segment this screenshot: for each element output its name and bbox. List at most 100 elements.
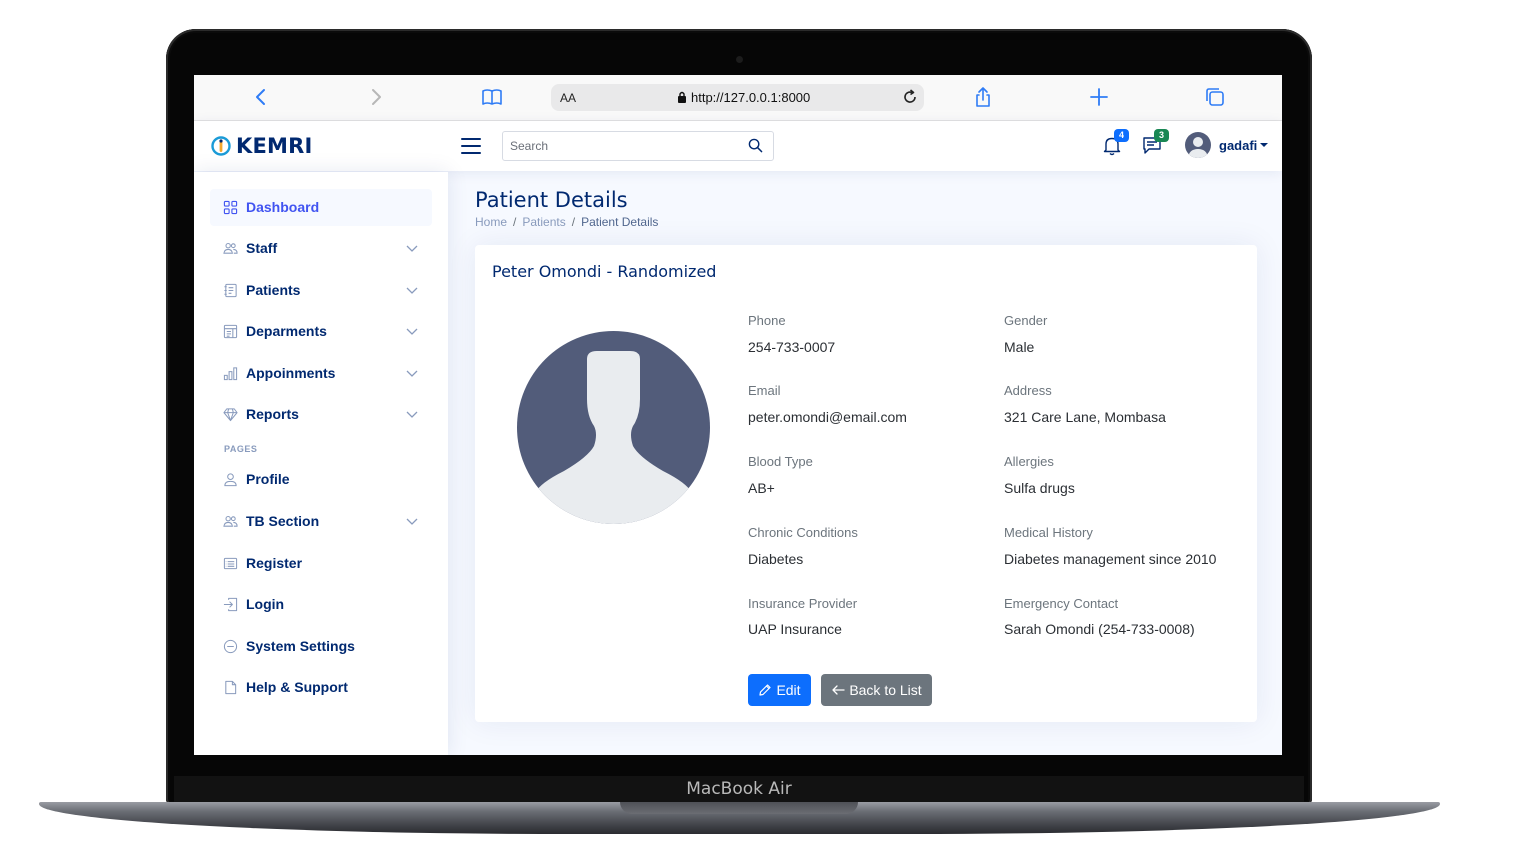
back-arrow-icon[interactable] (250, 86, 272, 108)
field-value-blood-type: AB+ (748, 480, 775, 496)
caret-down-icon[interactable] (1260, 143, 1268, 147)
sidebar-item-label: Register (246, 555, 303, 571)
field-value-allergies: Sulfa drugs (1004, 480, 1075, 496)
sidebar-item-label: Reports (246, 406, 299, 422)
logo[interactable]: KEMRI (211, 133, 313, 159)
sidebar-item-reports[interactable]: Reports (210, 396, 432, 433)
user-name[interactable]: gadafi (1219, 138, 1257, 153)
field-label-blood-type: Blood Type (748, 454, 813, 469)
nav-heading-pages: PAGES (224, 444, 258, 454)
sidebar-item-appointments[interactable]: Appoinments (210, 355, 432, 392)
chevron-down-icon (406, 518, 418, 525)
sidebar-item-help-support[interactable]: Help & Support (210, 669, 432, 706)
messages-badge: 3 (1154, 129, 1169, 142)
breadcrumb-separator: / (571, 215, 576, 229)
sidebar-item-login[interactable]: Login (210, 586, 432, 623)
edit-button-label: Edit (776, 682, 801, 698)
chevron-down-icon (406, 411, 418, 418)
layout-text-window-icon (223, 324, 238, 339)
chevron-down-icon (406, 287, 418, 294)
field-label-address: Address (1004, 383, 1052, 398)
chevron-down-icon (406, 328, 418, 335)
device-label: MacBook Air (174, 776, 1304, 802)
share-icon[interactable] (972, 86, 994, 108)
sidebar-item-patients[interactable]: Patients (210, 272, 432, 309)
gem-icon (223, 408, 238, 422)
field-value-medical-history: Diabetes management since 2010 (1004, 551, 1217, 567)
search-icon[interactable] (748, 138, 763, 153)
field-label-email: Email (748, 383, 781, 398)
sidebar-item-label: Dashboard (246, 199, 320, 215)
sidebar-item-label: Deparments (246, 323, 327, 339)
bar-chart-icon (223, 367, 238, 381)
sidebar-item-label: TB Section (246, 513, 320, 529)
sidebar-item-dashboard[interactable]: Dashboard (210, 189, 432, 226)
sidebar-item-label: Patients (246, 282, 301, 298)
screen: AA http://127.0.0.1:8000 KEMRI Search 4 … (194, 75, 1282, 755)
edit-button[interactable]: Edit (748, 674, 811, 706)
bookmarks-book-icon[interactable] (481, 86, 503, 108)
chevron-down-icon (406, 245, 418, 252)
messages-chat-icon[interactable]: 3 (1141, 129, 1169, 156)
field-label-allergies: Allergies (1004, 454, 1054, 469)
sidebar-item-staff[interactable]: Staff (210, 230, 432, 267)
field-value-address: 321 Care Lane, Mombasa (1004, 409, 1166, 425)
logo-text: KEMRI (236, 134, 313, 158)
journal-text-icon (224, 283, 237, 298)
breadcrumb: Home / Patients / Patient Details (475, 215, 658, 229)
notifications-badge: 4 (1114, 129, 1129, 142)
sidebar-item-label: Profile (246, 471, 290, 487)
grid-icon (223, 200, 238, 215)
address-bar[interactable]: AA http://127.0.0.1:8000 (551, 84, 924, 111)
search-input[interactable] (503, 132, 732, 160)
sidebar-item-tb-section[interactable]: TB Section (210, 503, 432, 540)
app-header: KEMRI 4 3 gadafi (194, 121, 1282, 171)
person-icon (224, 473, 237, 487)
laptop-base-notch (620, 802, 858, 814)
sidebar-item-label: Staff (246, 240, 278, 256)
field-value-email: peter.omondi@email.com (748, 409, 907, 425)
avatar-placeholder-icon (517, 331, 710, 524)
sidebar-item-label: Help & Support (246, 679, 348, 695)
field-label-medical-history: Medical History (1004, 525, 1093, 540)
user-avatar[interactable] (1185, 132, 1211, 158)
dash-circle-icon (223, 639, 238, 654)
patient-details-card: Peter Omondi - Randomized Phone 254-733-… (475, 245, 1257, 722)
field-label-emergency-contact: Emergency Contact (1004, 596, 1119, 611)
field-value-insurance-provider: UAP Insurance (748, 621, 842, 637)
forward-arrow-icon[interactable] (365, 86, 387, 108)
box-arrow-in-right-icon (223, 597, 238, 612)
breadcrumb-patients[interactable]: Patients (522, 215, 565, 229)
field-value-phone: 254-733-0007 (748, 339, 836, 355)
card-list-icon (223, 557, 238, 570)
arrow-left-icon (832, 685, 845, 695)
field-value-emergency-contact: Sarah Omondi (254-733-0008) (1004, 621, 1195, 637)
sidebar-item-system-settings[interactable]: System Settings (210, 628, 432, 665)
breadcrumb-separator: / (513, 215, 517, 229)
sidebar-item-label: Appoinments (246, 365, 336, 381)
field-value-chronic-conditions: Diabetes (748, 551, 804, 567)
kemri-logo-icon (211, 136, 231, 156)
toggle-sidebar-icon[interactable] (461, 137, 481, 155)
chevron-down-icon (406, 370, 418, 377)
file-icon (225, 680, 237, 695)
card-title: Peter Omondi - Randomized (492, 262, 717, 281)
breadcrumb-home[interactable]: Home (475, 215, 507, 229)
reload-icon[interactable] (901, 88, 919, 106)
back-to-list-button[interactable]: Back to List (821, 674, 932, 706)
sidebar-item-profile[interactable]: Profile (210, 461, 432, 498)
people-icon (223, 243, 238, 254)
sidebar-item-departments[interactable]: Deparments (210, 313, 432, 350)
notifications-bell-icon[interactable]: 4 (1101, 129, 1129, 156)
url-text: http://127.0.0.1:8000 (691, 90, 811, 105)
back-to-list-label: Back to List (849, 682, 922, 698)
text-size-button[interactable]: AA (560, 91, 576, 105)
field-label-chronic-conditions: Chronic Conditions (748, 525, 858, 540)
sidebar-item-register[interactable]: Register (210, 545, 432, 582)
field-label-insurance-provider: Insurance Provider (748, 596, 858, 611)
page-title: Patient Details (475, 188, 628, 212)
new-tab-plus-icon[interactable] (1088, 86, 1110, 108)
camera (736, 56, 743, 63)
tabs-overview-icon[interactable] (1204, 86, 1226, 108)
browser-toolbar: AA http://127.0.0.1:8000 (194, 75, 1282, 121)
